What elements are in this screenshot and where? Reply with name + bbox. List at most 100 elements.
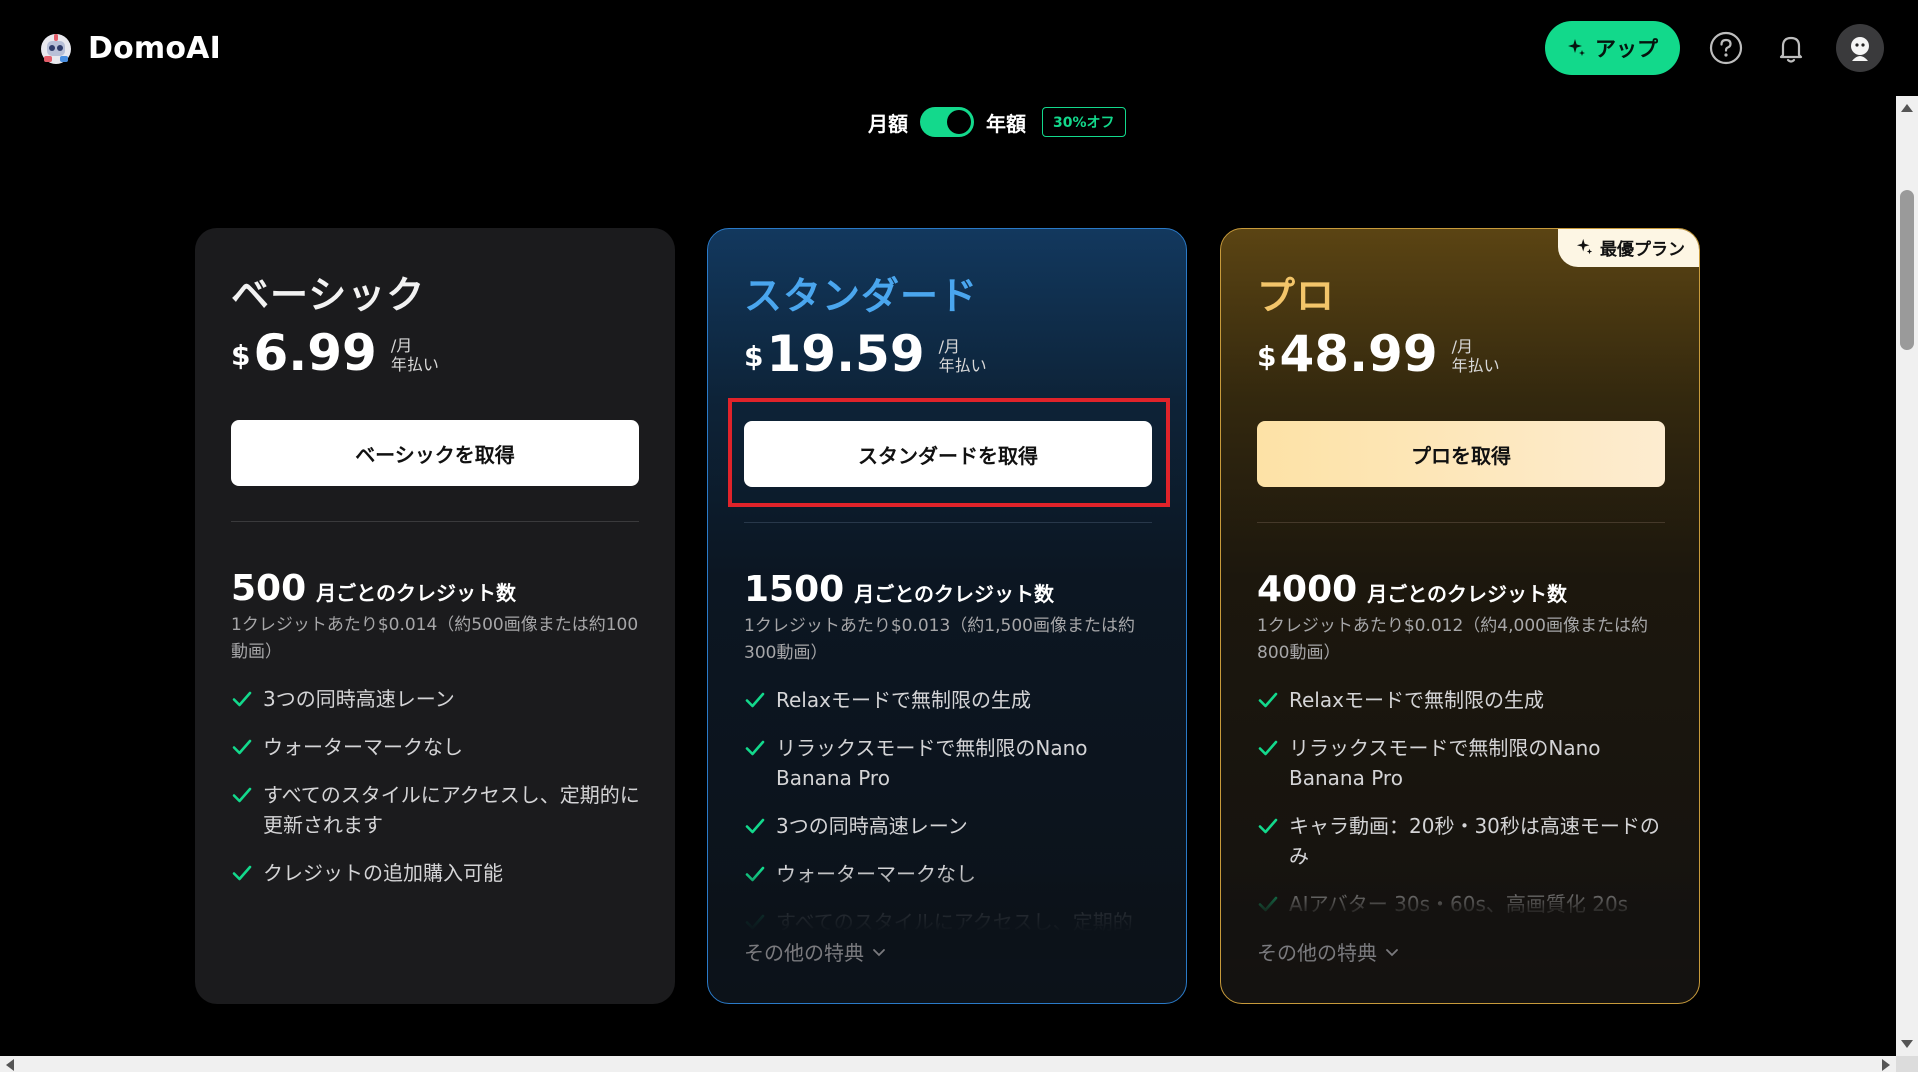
feature-list: 3つの同時高速レーン ウォーターマークなし すべてのスタイルにアクセスし、定期的… bbox=[231, 684, 651, 906]
scroll-down-arrow-icon[interactable] bbox=[1901, 1040, 1913, 1048]
chevron-down-icon bbox=[1386, 948, 1398, 956]
billing-note: 年払い bbox=[938, 356, 987, 375]
price-amount: 48.99 bbox=[1279, 325, 1438, 383]
feature-item: すべてのスタイルにアクセスし、定期的に更新されます bbox=[231, 780, 651, 840]
credits-unit: 月ごとのクレジット数 bbox=[854, 582, 1055, 606]
credits-unit: 月ごとのクレジット数 bbox=[1367, 582, 1568, 606]
scrollbar-corner bbox=[1896, 1056, 1918, 1072]
get-basic-button[interactable]: ベーシックを取得 bbox=[231, 420, 639, 486]
per-month: /月 bbox=[390, 336, 413, 355]
check-icon bbox=[232, 865, 252, 881]
sparkle-icon bbox=[1568, 39, 1585, 56]
app-logo[interactable]: DomoAI bbox=[38, 30, 221, 66]
check-icon bbox=[745, 740, 765, 756]
feature-item: Relaxモードで無制限の生成 bbox=[1257, 685, 1677, 715]
currency-symbol: $ bbox=[1257, 340, 1277, 373]
monthly-label[interactable]: 月額 bbox=[868, 108, 908, 137]
credits-count: 500 bbox=[231, 568, 307, 609]
get-pro-button[interactable]: プロを取得 bbox=[1257, 421, 1665, 487]
currency-symbol: $ bbox=[744, 340, 764, 373]
scrollbar-thumb[interactable] bbox=[1900, 190, 1914, 350]
billing-period-switch: 月額 年額 30%オフ bbox=[868, 106, 1126, 138]
yearly-label[interactable]: 年額 bbox=[986, 108, 1026, 137]
check-icon bbox=[745, 866, 765, 882]
plan-card-basic: ベーシック $ 6.99 /月 年払い ベーシックを取得 500 月ごとのクレジ… bbox=[195, 228, 675, 1004]
upgrade-button[interactable]: アップ bbox=[1545, 21, 1680, 75]
plan-price: $ 19.59 /月 年払い bbox=[744, 329, 987, 379]
feature-text: ウォーターマークなし bbox=[776, 862, 976, 886]
billing-note: 年払い bbox=[1451, 356, 1500, 375]
horizontal-scrollbar[interactable] bbox=[0, 1056, 1896, 1072]
bell-icon[interactable] bbox=[1773, 30, 1809, 66]
feature-text: AIアバター 30s・60s、高画質化 20s bbox=[1289, 892, 1629, 916]
feature-text: クレジットの追加購入可能 bbox=[263, 861, 503, 885]
help-icon[interactable] bbox=[1708, 30, 1744, 66]
feature-item: 3つの同時高速レーン bbox=[744, 811, 1164, 841]
billing-note: 年払い bbox=[390, 355, 439, 374]
check-icon bbox=[1258, 692, 1278, 708]
divider bbox=[744, 522, 1152, 523]
more-benefits-label: その他の特典 bbox=[744, 941, 864, 965]
more-benefits-link[interactable]: その他の特典 bbox=[744, 937, 886, 966]
user-avatar[interactable] bbox=[1836, 24, 1884, 72]
check-icon bbox=[1258, 818, 1278, 834]
divider bbox=[1257, 522, 1665, 523]
scroll-left-arrow-icon[interactable] bbox=[6, 1059, 14, 1071]
price-amount: 6.99 bbox=[253, 324, 377, 382]
check-icon bbox=[232, 691, 252, 707]
feature-item: リラックスモードで無制限のNano Banana Pro bbox=[744, 733, 1164, 793]
scroll-right-arrow-icon[interactable] bbox=[1882, 1059, 1890, 1071]
per-month: /月 bbox=[1451, 337, 1474, 356]
per-month: /月 bbox=[938, 337, 961, 356]
check-icon bbox=[745, 914, 765, 930]
monthly-credits: 500 月ごとのクレジット数 bbox=[231, 568, 516, 609]
feature-text: ウォーターマークなし bbox=[263, 735, 463, 759]
plan-name: スタンダード bbox=[744, 274, 979, 318]
get-standard-button[interactable]: スタンダードを取得 bbox=[744, 421, 1152, 487]
feature-text: すべてのスタイルにアクセスし、定期的 bbox=[776, 910, 1133, 934]
feature-item: キャラ動画：20秒・30秒は高速モードのみ bbox=[1257, 811, 1677, 871]
feature-text: リラックスモードで無制限のNano Banana Pro bbox=[1289, 736, 1601, 790]
feature-item: ウォーターマークなし bbox=[231, 732, 651, 762]
divider bbox=[231, 521, 639, 522]
feature-item: リラックスモードで無制限のNano Banana Pro bbox=[1257, 733, 1677, 793]
check-icon bbox=[1258, 896, 1278, 912]
plan-name: プロ bbox=[1257, 274, 1336, 318]
check-icon bbox=[232, 739, 252, 755]
feature-item: すべてのスタイルにアクセスし、定期的 bbox=[744, 907, 1164, 937]
feature-text: Relaxモードで無制限の生成 bbox=[776, 688, 1031, 712]
scroll-up-arrow-icon[interactable] bbox=[1901, 104, 1913, 112]
avatar-icon bbox=[1851, 37, 1869, 61]
plan-price: $ 48.99 /月 年払い bbox=[1257, 329, 1500, 379]
billing-toggle[interactable] bbox=[920, 107, 974, 137]
check-icon bbox=[745, 692, 765, 708]
sparkle-icon bbox=[1576, 238, 1593, 255]
price-period: /月 年払い bbox=[1452, 337, 1500, 375]
feature-item: AIアバター 30s・60s、高画質化 20s bbox=[1257, 889, 1677, 919]
feature-item: 3つの同時高速レーン bbox=[231, 684, 651, 714]
feature-text: リラックスモードで無制限のNano Banana Pro bbox=[776, 736, 1088, 790]
plan-card-pro: 最優プラン プロ $ 48.99 /月 年払い プロを取得 4000 月ごとのク… bbox=[1220, 228, 1700, 1004]
plan-card-standard: スタンダード $ 19.59 /月 年払い スタンダードを取得 1500 月ごと… bbox=[707, 228, 1187, 1004]
credits-count: 4000 bbox=[1257, 569, 1358, 610]
credits-count: 1500 bbox=[744, 569, 845, 610]
feature-item: Relaxモードで無制限の生成 bbox=[744, 685, 1164, 715]
feature-text: 3つの同時高速レーン bbox=[263, 687, 455, 711]
credits-unit: 月ごとのクレジット数 bbox=[316, 581, 516, 605]
robot-logo-icon bbox=[41, 34, 71, 64]
price-period: /月 年払い bbox=[939, 337, 987, 375]
check-icon bbox=[1258, 740, 1278, 756]
top-header: DomoAI アップ bbox=[0, 0, 1918, 96]
feature-text: キャラ動画：20秒・30秒は高速モードのみ bbox=[1289, 814, 1660, 868]
best-plan-badge: 最優プラン bbox=[1558, 229, 1699, 267]
plan-price: $ 6.99 /月 年払い bbox=[231, 328, 439, 378]
app-name: DomoAI bbox=[88, 30, 221, 66]
more-benefits-label: その他の特典 bbox=[1257, 941, 1377, 965]
price-period: /月 年払い bbox=[391, 336, 439, 374]
feature-item: クレジットの追加購入可能 bbox=[231, 858, 651, 888]
vertical-scrollbar[interactable] bbox=[1896, 96, 1918, 1056]
feature-list: Relaxモードで無制限の生成 リラックスモードで無制限のNano Banana… bbox=[744, 685, 1164, 955]
discount-badge: 30%オフ bbox=[1042, 107, 1126, 137]
more-benefits-link[interactable]: その他の特典 bbox=[1257, 937, 1399, 966]
feature-text: Relaxモードで無制限の生成 bbox=[1289, 688, 1544, 712]
